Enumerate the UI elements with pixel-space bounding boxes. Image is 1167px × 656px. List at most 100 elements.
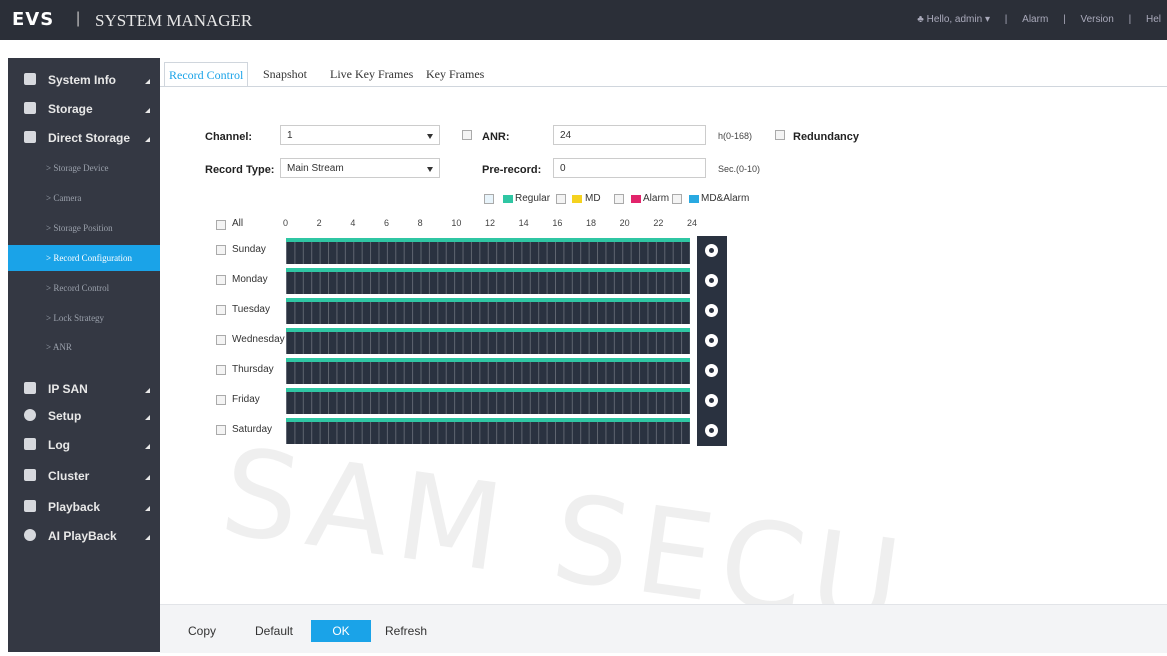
hour-tick-label: 16 [552,218,563,228]
tab-record-control[interactable]: Record Control [164,62,249,87]
day-checkbox[interactable] [216,305,226,315]
md-alarm-checkbox[interactable] [672,194,682,204]
prerecord-unit: Sec.(0-10) [718,164,761,174]
record-type-select[interactable]: Main Stream [280,158,440,178]
gear-icon [705,274,718,287]
sidebar-item-system-info[interactable]: System Info [8,67,160,93]
sidebar-item-log[interactable]: Log [8,432,160,458]
day-settings-button[interactable] [697,416,727,446]
sidebar-item-setup[interactable]: Setup [8,403,160,429]
user-menu[interactable]: ♣ Hello, admin ▾ [917,14,990,25]
day-schedule-bar[interactable] [286,358,690,384]
gear-icon [705,304,718,317]
alarm-checkbox[interactable] [614,194,624,204]
anr-input[interactable]: 24 [553,125,706,145]
sidebar-item-label: Playback [48,500,101,514]
gear-icon [705,244,718,257]
logo: EVS [12,9,55,30]
sidebar-item-cluster[interactable]: Cluster [8,463,160,489]
day-schedule-bar[interactable] [286,268,690,294]
day-checkbox[interactable] [216,245,226,255]
help-link[interactable]: Hel [1146,14,1161,25]
day-checkbox[interactable] [216,395,226,405]
ai-playback-icon [24,529,36,541]
hour-tick-label: 18 [586,218,597,228]
day-checkbox[interactable] [216,365,226,375]
day-settings-button[interactable] [697,236,727,266]
day-checkbox[interactable] [216,425,226,435]
expand-arrow-icon [145,475,150,480]
sidebar-subitem-label: > Record Control [46,283,110,293]
sidebar-item-playback[interactable]: Playback [8,494,160,520]
day-schedule-bar[interactable] [286,418,690,444]
sidebar-subitem-anr[interactable]: > ANR [8,334,160,360]
gear-icon [24,409,36,421]
md-checkbox[interactable] [556,194,566,204]
redundancy-label: Redundancy [793,131,860,143]
top-bar: EVS | SYSTEM MANAGER ♣ Hello, admin ▾ | … [0,0,1167,40]
day-settings-button[interactable] [697,326,727,356]
copy-button[interactable]: Copy [181,620,223,642]
default-button[interactable]: Default [249,620,299,642]
regular-swatch [503,195,513,203]
hour-tick-label: 22 [653,218,664,228]
sidebar-item-label: AI PlayBack [48,529,117,543]
gear-icon [705,334,718,347]
regular-record-period [286,418,690,422]
sidebar-subitem-storage-device[interactable]: > Storage Device [8,155,160,181]
refresh-button[interactable]: Refresh [381,620,431,642]
day-label: Tuesday [232,304,270,315]
channel-label: Channel: [205,131,253,143]
prerecord-input[interactable]: 0 [553,158,706,178]
sidebar-item-ai-playback[interactable]: AI PlayBack [8,523,160,549]
version-link[interactable]: Version [1080,14,1113,25]
day-settings-button[interactable] [697,296,727,326]
expand-arrow-icon [145,79,150,84]
tab-snapshot[interactable]: Snapshot [259,62,311,86]
channel-select[interactable]: 1 [280,125,440,145]
day-settings-button[interactable] [697,266,727,296]
ip-san-icon [24,382,36,394]
tab-live-key-frames[interactable]: Live Key Frames [326,62,417,86]
expand-arrow-icon [145,415,150,420]
redundancy-checkbox[interactable] [775,130,785,140]
sidebar-item-ip-san[interactable]: IP SAN [8,376,160,402]
sidebar-item-storage[interactable]: Storage [8,96,160,122]
day-label: Friday [232,394,260,405]
anr-checkbox[interactable] [462,130,472,140]
alarm-swatch [631,195,641,203]
record-type-label: Record Type: [205,164,275,176]
regular-record-period [286,358,690,362]
day-checkbox[interactable] [216,275,226,285]
tab-key-frames[interactable]: Key Frames [422,62,488,86]
sidebar-item-label: Direct Storage [48,131,131,145]
sidebar-subitem-label: > Camera [46,193,82,203]
day-settings-button[interactable] [697,356,727,386]
hour-tick-label: 0 [283,218,289,228]
hour-tick-label: 10 [451,218,462,228]
sidebar-subitem-lock-strategy[interactable]: > Lock Strategy [8,305,160,331]
day-settings-button[interactable] [697,386,727,416]
day-label: Thursday [232,364,274,375]
sidebar-subitem-record-configuration[interactable]: > Record Configuration [8,245,160,271]
info-icon [24,73,36,85]
day-schedule-bar[interactable] [286,298,690,324]
ok-button[interactable]: OK [311,620,371,642]
day-schedule-bar[interactable] [286,328,690,354]
day-schedule-bar[interactable] [286,238,690,264]
regular-label: Regular [515,193,551,204]
sidebar-item-direct-storage[interactable]: Direct Storage [8,125,160,151]
regular-checkbox[interactable] [484,194,494,204]
all-checkbox[interactable] [216,220,226,230]
sidebar-subitem-storage-position[interactable]: > Storage Position [8,215,160,241]
sidebar-subitem-record-control[interactable]: > Record Control [8,275,160,301]
chevron-down-icon [427,167,433,172]
sidebar-item-label: Log [48,438,70,452]
day-label: Monday [232,274,268,285]
day-schedule-bar[interactable] [286,388,690,414]
day-checkbox[interactable] [216,335,226,345]
day-label: Sunday [232,244,266,255]
alarm-link[interactable]: Alarm [1022,14,1048,25]
tab-underline [160,86,1167,87]
sidebar-subitem-camera[interactable]: > Camera [8,185,160,211]
